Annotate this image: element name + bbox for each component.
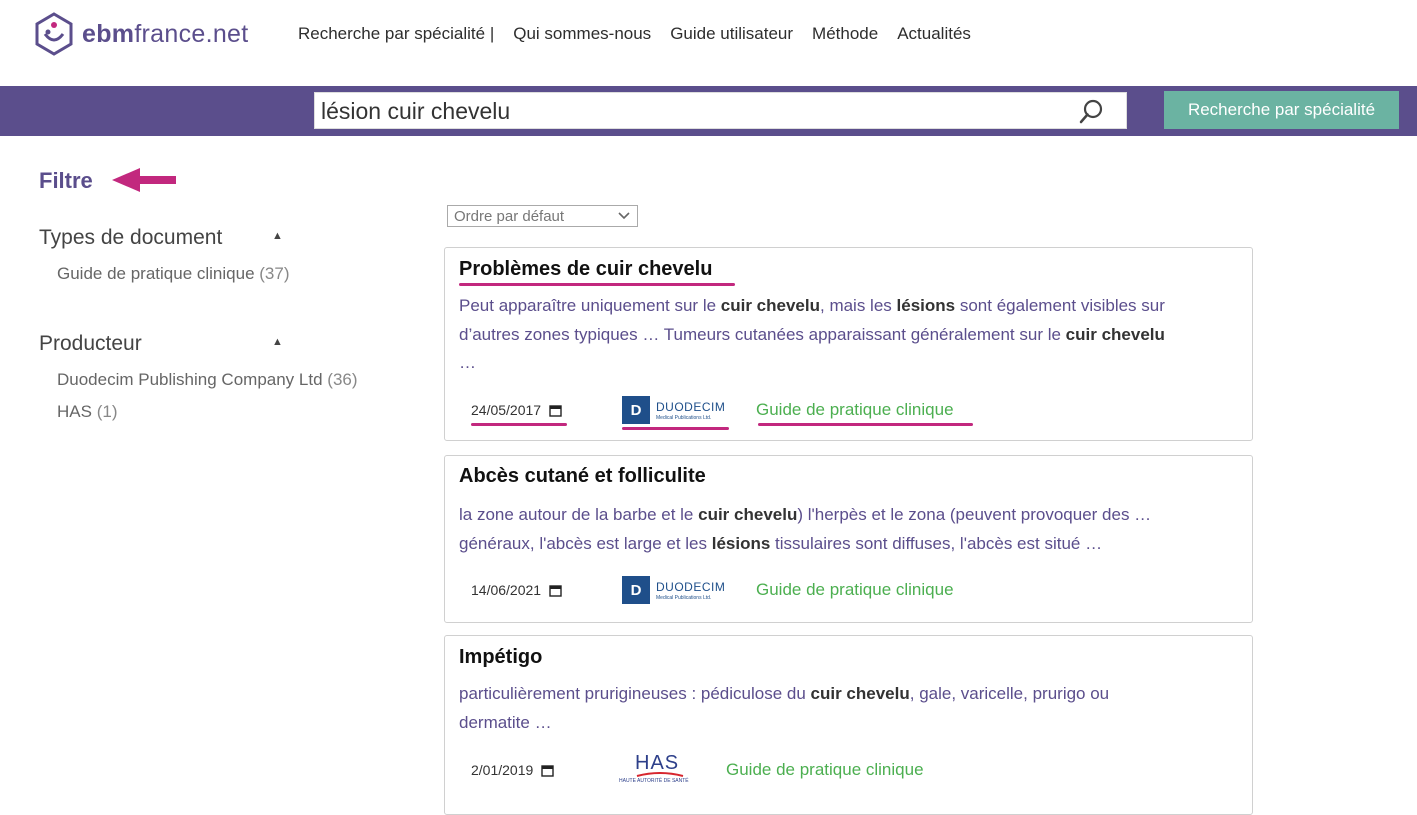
facet-item-guide-pratique[interactable]: Guide de pratique clinique (37) xyxy=(57,264,399,284)
site-header: ebmfrance.net Recherche par spécialité |… xyxy=(0,0,1417,86)
annotation-underline xyxy=(758,423,973,426)
nav-link-specialite[interactable]: Recherche par spécialité | xyxy=(298,24,494,44)
snippet-line: d’autres zones typiques … Tumeurs cutané… xyxy=(459,324,1165,344)
result-doc-type[interactable]: Guide de pratique clinique xyxy=(756,400,954,420)
filter-title: Filtre xyxy=(39,168,93,193)
site-logo[interactable]: ebmfrance.net xyxy=(34,12,249,56)
result-doc-type[interactable]: Guide de pratique clinique xyxy=(756,580,954,600)
result-snippet: particulièrement prurigineuses : pédicul… xyxy=(459,680,1239,737)
nav-link-actualites[interactable]: Actualités xyxy=(897,24,971,44)
sort-select[interactable]: Ordre par défaut xyxy=(447,205,638,227)
result-date: 24/05/2017 xyxy=(471,402,562,418)
calendar-icon xyxy=(549,404,562,417)
publisher-logo-duodecim: D DUODECIM Medical Publications Ltd. xyxy=(622,395,730,425)
result-title[interactable]: Problèmes de cuir chevelu xyxy=(459,258,712,281)
calendar-icon xyxy=(541,764,554,777)
snippet-line: généraux, l'abcès est large et les lésio… xyxy=(459,533,1103,553)
facet-item-duodecim[interactable]: Duodecim Publishing Company Ltd (36) xyxy=(57,370,399,390)
result-card[interactable]: Abcès cutané et folliculite la zone auto… xyxy=(444,455,1253,623)
sort-selected-value: Ordre par défaut xyxy=(454,207,565,225)
result-card[interactable]: Impétigo particulièrement prurigineuses … xyxy=(444,635,1253,815)
logo-text: ebmfrance.net xyxy=(82,19,249,48)
chevron-down-icon xyxy=(618,212,630,220)
result-title[interactable]: Impétigo xyxy=(459,646,542,669)
search-bar: Recherche par spécialité xyxy=(0,86,1417,136)
result-title[interactable]: Abcès cutané et folliculite xyxy=(459,465,706,488)
nav-link-qui-sommes-nous[interactable]: Qui sommes-nous xyxy=(513,24,651,44)
annotation-arrow-icon xyxy=(112,168,176,192)
nav-link-methode[interactable]: Méthode xyxy=(812,24,878,44)
facet-title[interactable]: Producteur xyxy=(39,332,399,356)
nav-link-guide-utilisateur[interactable]: Guide utilisateur xyxy=(670,24,793,44)
facet-title[interactable]: Types de document xyxy=(39,226,399,250)
calendar-icon xyxy=(549,584,562,597)
result-doc-type[interactable]: Guide de pratique clinique xyxy=(726,760,924,780)
annotation-underline xyxy=(459,283,735,286)
search-by-specialty-button[interactable]: Recherche par spécialité xyxy=(1164,91,1399,129)
snippet-line: la zone autour de la barbe et le cuir ch… xyxy=(459,505,1152,524)
search-icon[interactable] xyxy=(1078,98,1106,126)
caret-up-icon[interactable]: ▲ xyxy=(272,230,283,242)
facet-item-has[interactable]: HAS (1) xyxy=(57,402,399,422)
publisher-logo-duodecim: D DUODECIM Medical Publications Ltd. xyxy=(622,575,730,605)
snippet-line: dermatite … xyxy=(459,712,552,732)
result-date: 2/01/2019 xyxy=(471,762,554,778)
snippet-line: Peut apparaître uniquement sur le cuir c… xyxy=(459,296,1165,315)
publisher-logo-has: HAS HAUTE AUTORITÉ DE SANTÉ xyxy=(619,752,689,784)
snippet-line: … xyxy=(459,353,476,372)
result-date: 14/06/2021 xyxy=(471,582,562,598)
result-card[interactable]: Problèmes de cuir chevelu Peut apparaîtr… xyxy=(444,247,1253,441)
facet-producer: Producteur ▲ Duodecim Publishing Company… xyxy=(39,332,399,422)
caret-up-icon[interactable]: ▲ xyxy=(272,336,283,348)
facet-document-types: Types de document ▲ Guide de pratique cl… xyxy=(39,226,399,284)
main-nav: Recherche par spécialité | Qui sommes-no… xyxy=(298,24,990,44)
logo-hexagon-icon xyxy=(35,12,73,56)
result-snippet: la zone autour de la barbe et le cuir ch… xyxy=(459,501,1239,558)
annotation-underline xyxy=(622,427,729,430)
search-box xyxy=(314,92,1127,129)
result-snippet: Peut apparaître uniquement sur le cuir c… xyxy=(459,292,1239,378)
snippet-line: particulièrement prurigineuses : pédicul… xyxy=(459,684,1110,703)
search-input[interactable] xyxy=(321,96,1061,126)
annotation-underline xyxy=(471,423,567,426)
